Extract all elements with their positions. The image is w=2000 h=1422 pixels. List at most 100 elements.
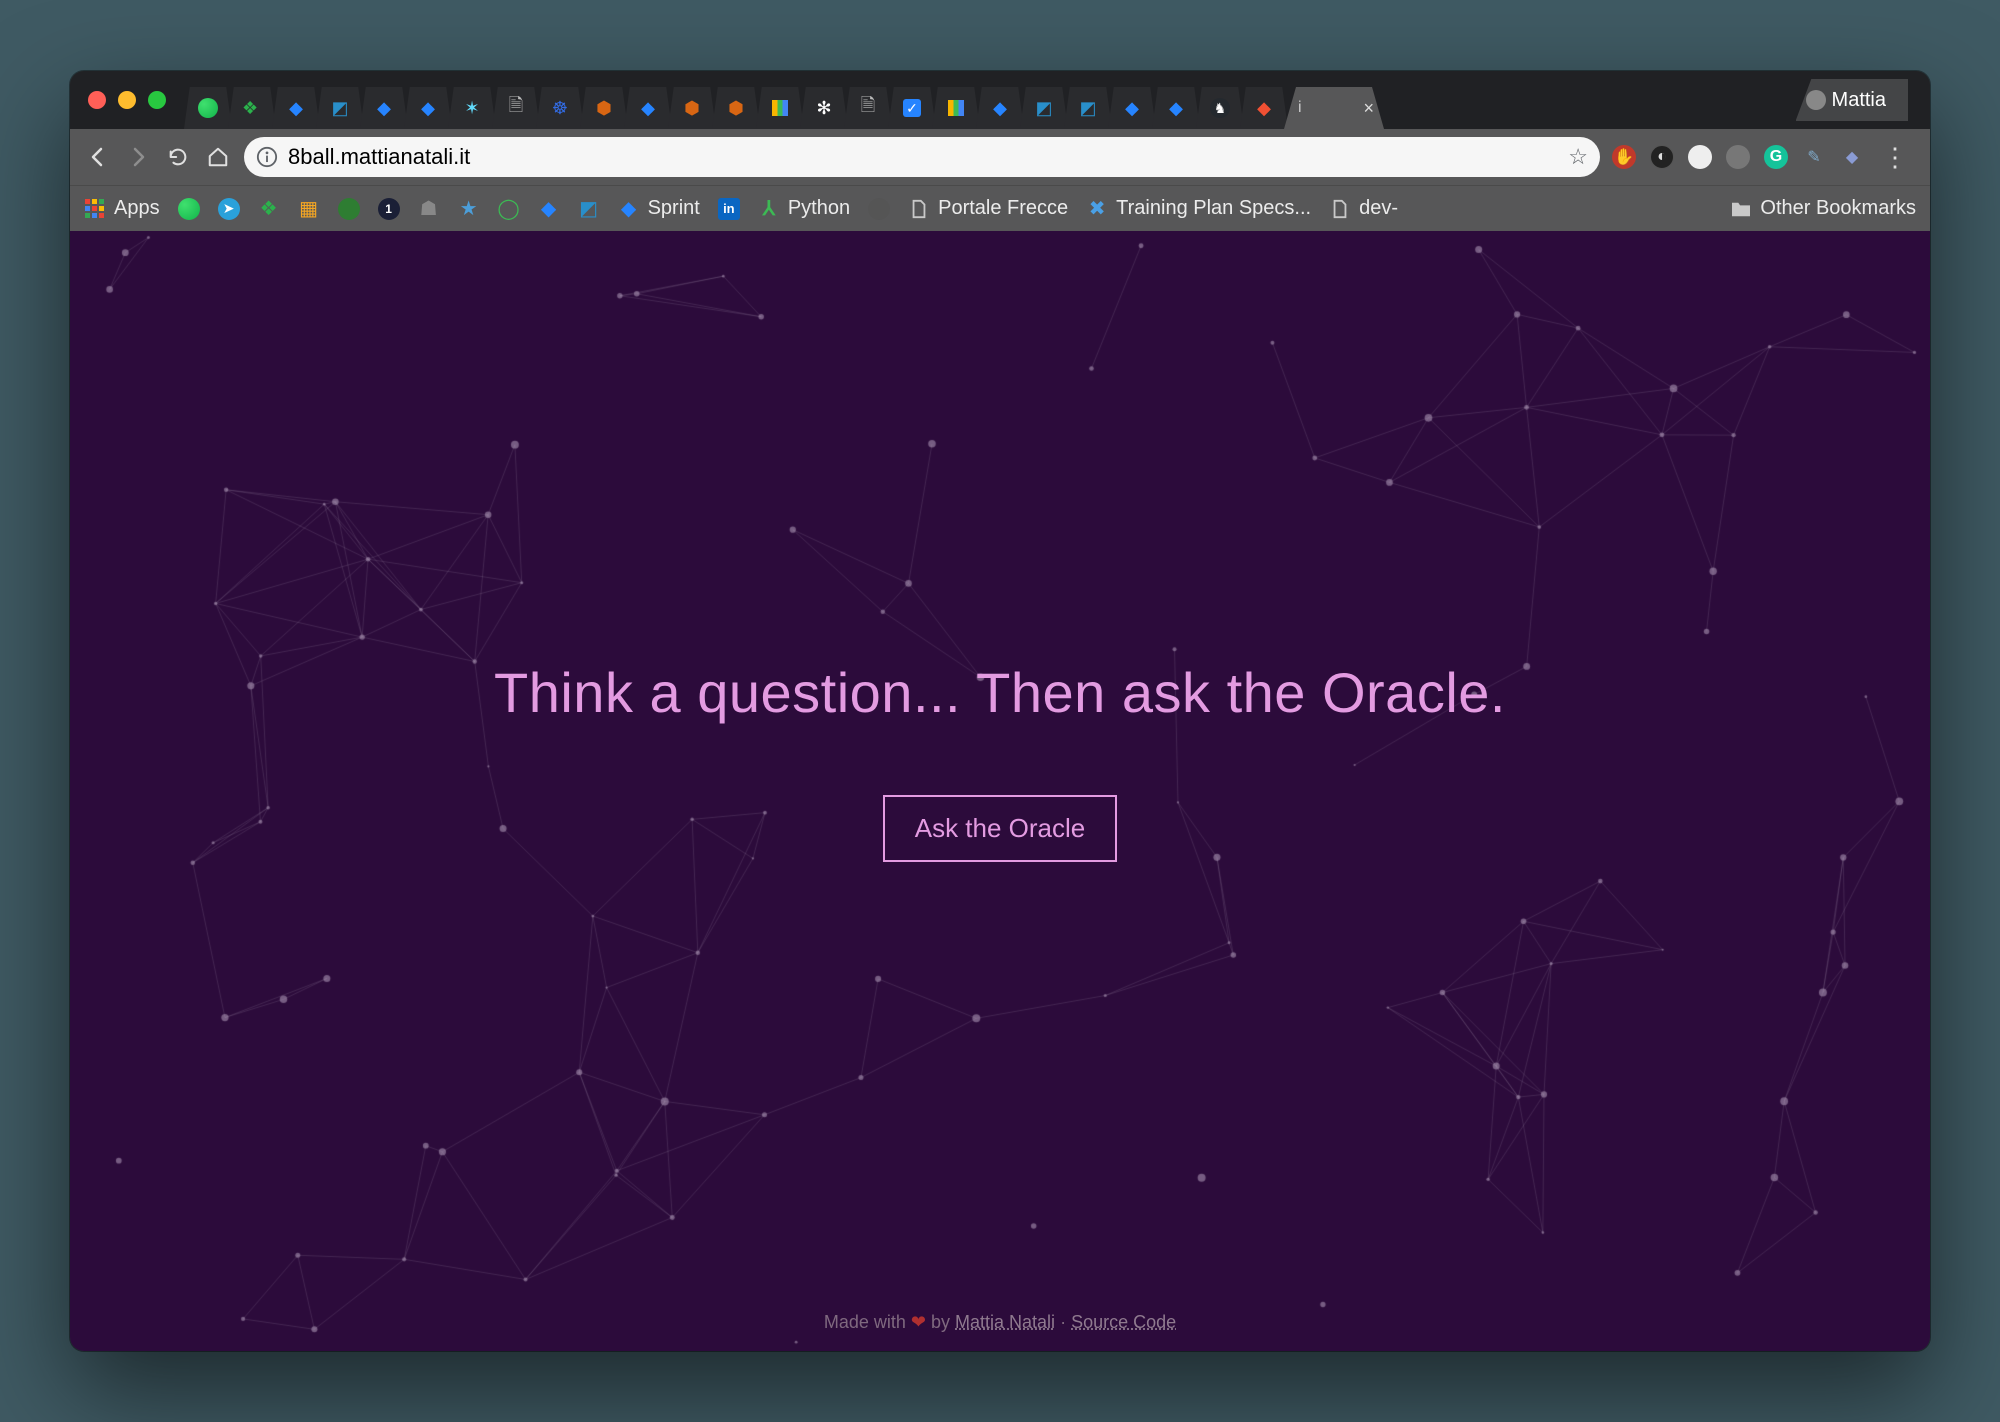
cross-icon: ✖	[1086, 198, 1108, 220]
tab-file-1[interactable]: 🗎	[492, 87, 540, 129]
bookmark-trello[interactable]: ◩	[578, 198, 600, 220]
feedly-icon: ❖	[258, 198, 280, 220]
sprint-icon: ◆	[618, 198, 640, 220]
site-info-icon[interactable]	[256, 146, 278, 168]
bookmark-grid[interactable]: ▦	[298, 198, 320, 220]
tab-file-2[interactable]: 🗎	[844, 87, 892, 129]
tab-whatsapp[interactable]	[184, 87, 232, 129]
profile-chip[interactable]: Mattia	[1796, 79, 1908, 121]
star-icon: ★	[458, 198, 480, 220]
bookmark-other-folder[interactable]: Other Bookmarks	[1730, 197, 1916, 220]
tab-active-8ball[interactable]: i ×	[1284, 87, 1384, 129]
tab-trello-3[interactable]: ◩	[1064, 87, 1112, 129]
ext-circle-icon[interactable]	[1688, 145, 1712, 169]
ext-tool-icon[interactable]: ✎	[1802, 145, 1826, 169]
ext-eth-icon[interactable]: ◆	[1840, 145, 1864, 169]
footer-sep: ·	[1060, 1312, 1071, 1332]
tab-aws-2[interactable]: ⬢	[668, 87, 716, 129]
maximize-window-button[interactable]	[148, 91, 166, 109]
onepassword-icon: 1	[378, 198, 400, 220]
bookmark-1password[interactable]: 1	[378, 198, 400, 220]
arrow-right-icon	[126, 145, 150, 169]
bookmark-feedly[interactable]: ❖	[258, 198, 280, 220]
tab-jira-3[interactable]: ◆	[404, 87, 452, 129]
trello-icon: ◩	[578, 198, 600, 220]
footer-prefix: Made with	[824, 1312, 911, 1332]
tab-misc[interactable]: ✻	[800, 87, 848, 129]
whatsapp-icon	[178, 198, 200, 220]
home-button[interactable]	[204, 143, 232, 171]
python-icon: ⅄	[758, 198, 780, 220]
grey-icon: ☗	[418, 198, 440, 220]
close-tab-button[interactable]: ×	[1363, 98, 1374, 119]
bookmark-greyround[interactable]	[868, 198, 890, 220]
bookmark-apps-label: Apps	[114, 197, 160, 220]
bookmark-jira[interactable]: ◆	[538, 198, 560, 220]
bookmark-linkedin[interactable]: in	[718, 198, 740, 220]
jira-icon: ◆	[538, 198, 560, 220]
bookmark-training[interactable]: ✖ Training Plan Specs...	[1086, 197, 1311, 220]
arrow-left-icon	[86, 145, 110, 169]
tab-favicon-generic-icon: i	[1298, 99, 1302, 117]
tab-jira-2[interactable]: ◆	[360, 87, 408, 129]
tab-jira-6[interactable]: ◆	[1108, 87, 1156, 129]
grey-round-icon	[868, 198, 890, 220]
tab-jira-7[interactable]: ◆	[1152, 87, 1200, 129]
tab-aws-3[interactable]: ⬢	[712, 87, 760, 129]
particles-background	[70, 231, 1930, 1351]
bookmark-circle[interactable]: ◯	[498, 198, 520, 220]
minimize-window-button[interactable]	[118, 91, 136, 109]
back-button[interactable]	[84, 143, 112, 171]
bookmark-green[interactable]	[338, 198, 360, 220]
reload-button[interactable]	[164, 143, 192, 171]
forward-button[interactable]	[124, 143, 152, 171]
page-content: Think a question... Then ask the Oracle.…	[70, 231, 1930, 1351]
tab-analytics-2[interactable]	[932, 87, 980, 129]
ext-grammarly-icon[interactable]: G	[1764, 145, 1788, 169]
bookmark-telegram[interactable]: ➤	[218, 198, 240, 220]
tab-trello-1[interactable]: ◩	[316, 87, 364, 129]
tab-feedly[interactable]: ❖	[228, 87, 276, 129]
tab-strip: ❖ ◆ ◩ ◆ ◆ ✶ 🗎 ☸ ⬢ ◆ ⬢ ⬢ ✻ 🗎 ✓ ◆ ◩ ◩ ◆ ◆ …	[70, 71, 1930, 129]
footer-author-link[interactable]: Mattia Natali	[955, 1312, 1055, 1332]
tab-git[interactable]: ◆	[1240, 87, 1288, 129]
tab-trello-2[interactable]: ◩	[1020, 87, 1068, 129]
page-heading: Think a question... Then ask the Oracle.	[494, 660, 1506, 725]
bookmark-portale[interactable]: Portale Frecce	[908, 197, 1068, 220]
tab-jira-4[interactable]: ◆	[624, 87, 672, 129]
bookmark-apps[interactable]: Apps	[84, 197, 160, 220]
profile-name: Mattia	[1832, 89, 1886, 112]
bookmark-star-button[interactable]: ☆	[1568, 144, 1588, 170]
tab-jira-5[interactable]: ◆	[976, 87, 1024, 129]
bookmark-dev-label: dev-	[1359, 197, 1398, 220]
bookmark-sprint-label: Sprint	[648, 197, 700, 220]
url-input[interactable]	[288, 144, 1558, 170]
bookmark-dev[interactable]: dev-	[1329, 197, 1398, 220]
omnibox[interactable]: ☆	[244, 137, 1600, 177]
ext-ublock-icon[interactable]: ✋	[1612, 145, 1636, 169]
ext-dark-icon[interactable]: ◐	[1650, 145, 1674, 169]
bookmark-whatsapp[interactable]	[178, 198, 200, 220]
tab-analytics-1[interactable]	[756, 87, 804, 129]
tab-react[interactable]: ✶	[448, 87, 496, 129]
ask-oracle-button[interactable]: Ask the Oracle	[883, 795, 1118, 862]
bookmark-other-label: Other Bookmarks	[1760, 197, 1916, 220]
bookmark-sprint[interactable]: ◆ Sprint	[618, 197, 700, 220]
footer-source-link[interactable]: Source Code	[1071, 1312, 1176, 1332]
close-window-button[interactable]	[88, 91, 106, 109]
apps-grid-icon	[84, 198, 106, 220]
chrome-menu-button[interactable]: ⋮	[1876, 142, 1916, 173]
telegram-icon: ➤	[218, 198, 240, 220]
tab-kubernetes[interactable]: ☸	[536, 87, 584, 129]
bookmark-grey[interactable]: ☗	[418, 198, 440, 220]
bookmark-python[interactable]: ⅄ Python	[758, 197, 850, 220]
folder-icon	[1730, 198, 1752, 220]
ext-grey-icon[interactable]	[1726, 145, 1750, 169]
bookmark-star[interactable]: ★	[458, 198, 480, 220]
tab-github[interactable]: ♞	[1196, 87, 1244, 129]
footer-by: by	[931, 1312, 955, 1332]
tab-jira-1[interactable]: ◆	[272, 87, 320, 129]
tab-todo[interactable]: ✓	[888, 87, 936, 129]
tab-aws-1[interactable]: ⬢	[580, 87, 628, 129]
extension-icons: ✋ ◐ G ✎ ◆	[1612, 145, 1864, 169]
